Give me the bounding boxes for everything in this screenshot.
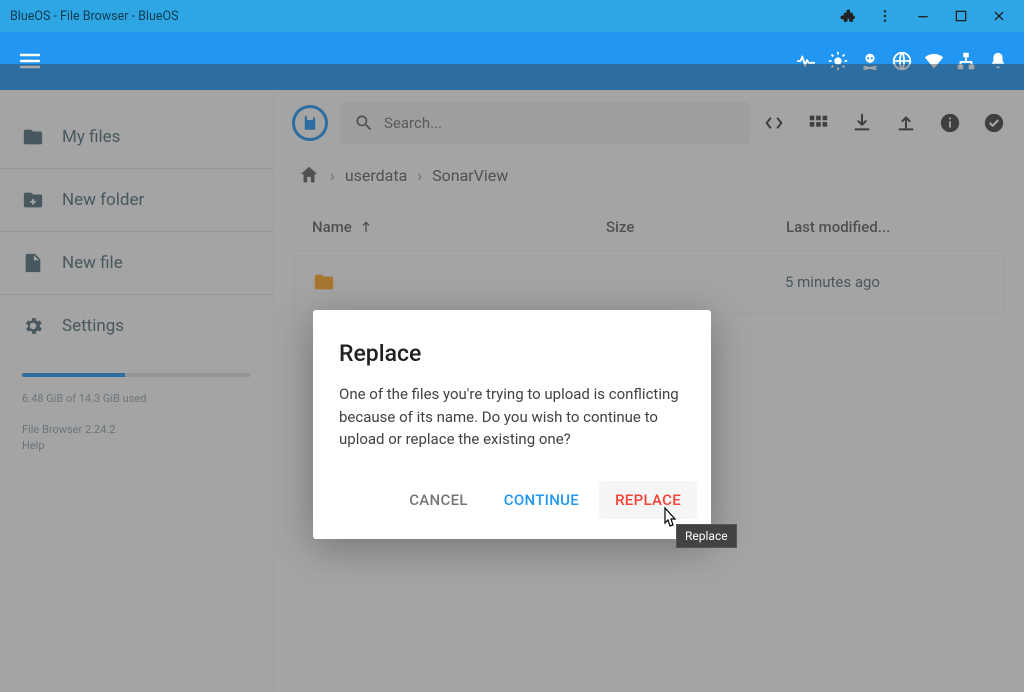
window-title: BlueOS - File Browser - BlueOS: [6, 9, 828, 24]
replace-button[interactable]: REPLACE: [599, 481, 697, 519]
continue-button[interactable]: CONTINUE: [488, 481, 595, 519]
extension-icon[interactable]: [828, 0, 866, 32]
window-close-button[interactable]: [980, 0, 1018, 32]
window-minimize-button[interactable]: [904, 0, 942, 32]
window-titlebar: BlueOS - File Browser - BlueOS: [0, 0, 1024, 32]
tooltip: Replace: [676, 524, 737, 548]
cancel-button[interactable]: CANCEL: [393, 481, 484, 519]
kebab-menu-icon[interactable]: [866, 0, 904, 32]
replace-dialog: Replace One of the files you're trying t…: [313, 310, 711, 539]
dialog-title: Replace: [313, 310, 711, 383]
dialog-body: One of the files you're trying to upload…: [313, 383, 711, 473]
window-maximize-button[interactable]: [942, 0, 980, 32]
